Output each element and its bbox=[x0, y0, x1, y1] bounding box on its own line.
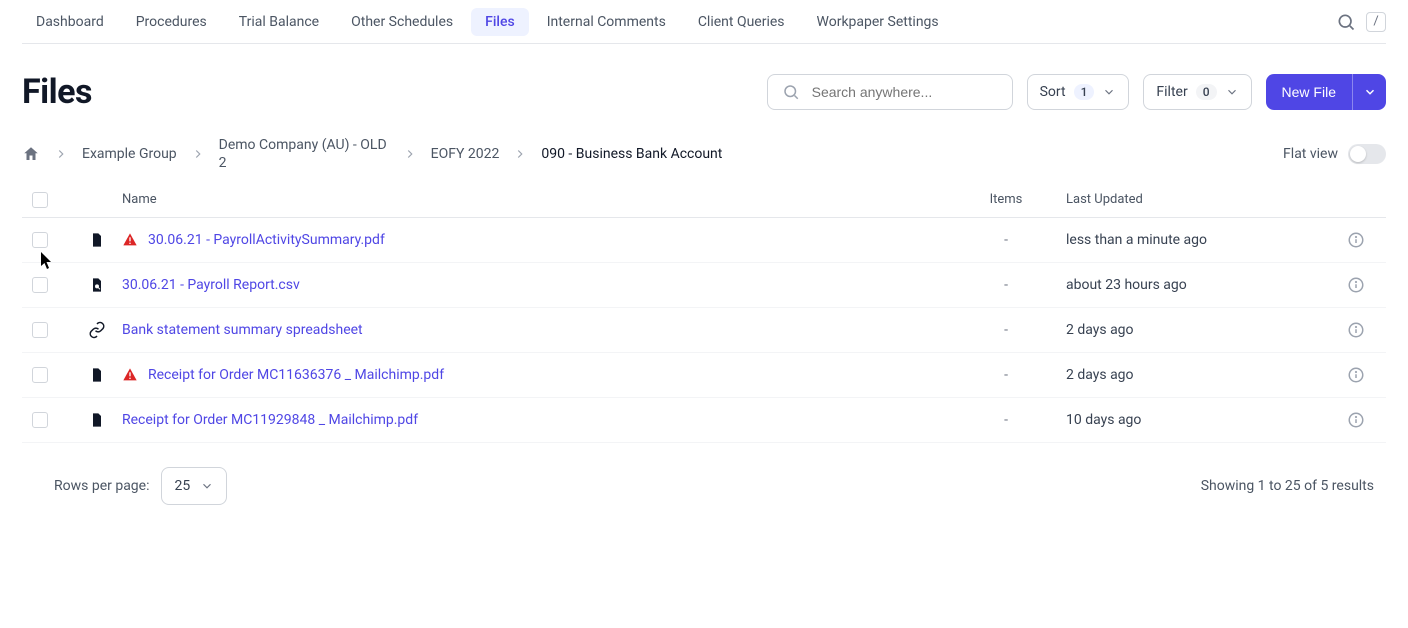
search-input[interactable] bbox=[810, 83, 998, 101]
column-items[interactable]: Items bbox=[946, 192, 1066, 207]
home-icon[interactable] bbox=[22, 145, 40, 163]
chevron-right-icon bbox=[513, 147, 527, 161]
column-last-updated[interactable]: Last Updated bbox=[1066, 192, 1326, 207]
nav-tab-other-schedules[interactable]: Other Schedules bbox=[337, 8, 467, 36]
info-icon[interactable] bbox=[1326, 276, 1386, 294]
nav-tab-files[interactable]: Files bbox=[471, 8, 529, 36]
flat-view-toggle[interactable] bbox=[1348, 144, 1386, 164]
chevron-right-icon bbox=[54, 147, 68, 161]
nav-tab-client-queries[interactable]: Client Queries bbox=[684, 8, 799, 36]
items-cell: - bbox=[946, 322, 1066, 338]
chevron-down-icon bbox=[200, 479, 214, 493]
chevron-right-icon bbox=[191, 147, 205, 161]
table-header: Name Items Last Updated bbox=[22, 182, 1386, 218]
file-link[interactable]: 30.06.21 - Payroll Report.csv bbox=[122, 277, 300, 293]
last-updated-cell: less than a minute ago bbox=[1066, 232, 1326, 248]
new-file-button[interactable]: New File bbox=[1266, 74, 1352, 110]
new-file-dropdown[interactable] bbox=[1352, 74, 1386, 110]
search-input-wrapper[interactable] bbox=[767, 74, 1013, 110]
rows-per-page-label: Rows per page: bbox=[54, 478, 149, 494]
column-name[interactable]: Name bbox=[122, 192, 946, 207]
row-checkbox[interactable] bbox=[32, 322, 48, 338]
file-link[interactable]: Receipt for Order MC11929848 _ Mailchimp… bbox=[122, 412, 418, 428]
items-cell: - bbox=[946, 277, 1066, 293]
chevron-right-icon bbox=[403, 147, 417, 161]
info-icon[interactable] bbox=[1326, 411, 1386, 429]
sort-label: Sort bbox=[1040, 84, 1066, 100]
last-updated-cell: about 23 hours ago bbox=[1066, 277, 1326, 293]
top-nav: DashboardProceduresTrial BalanceOther Sc… bbox=[22, 0, 1386, 44]
row-checkbox[interactable] bbox=[32, 367, 48, 383]
row-checkbox[interactable] bbox=[32, 232, 48, 248]
file-link[interactable]: Receipt for Order MC11636376 _ Mailchimp… bbox=[148, 367, 444, 383]
select-all-checkbox[interactable] bbox=[32, 192, 48, 208]
file-search-icon bbox=[72, 276, 122, 294]
nav-tab-dashboard[interactable]: Dashboard bbox=[22, 8, 118, 36]
chevron-down-icon bbox=[1102, 85, 1116, 99]
info-icon[interactable] bbox=[1326, 321, 1386, 339]
breadcrumb: Example Group Demo Company (AU) - OLD 2 … bbox=[22, 136, 722, 172]
last-updated-cell: 2 days ago bbox=[1066, 322, 1326, 338]
table-row: 30.06.21 - Payroll Report.csv -about 23 h… bbox=[22, 263, 1386, 308]
sort-button[interactable]: Sort 1 bbox=[1027, 74, 1130, 110]
row-checkbox[interactable] bbox=[32, 277, 48, 293]
rows-per-page-select[interactable]: 25 bbox=[161, 467, 227, 505]
search-icon[interactable] bbox=[1336, 12, 1356, 32]
chevron-down-icon bbox=[1225, 85, 1239, 99]
items-cell: - bbox=[946, 367, 1066, 383]
table-row: Receipt for Order MC11929848 _ Mailchimp… bbox=[22, 398, 1386, 443]
page-title: Files bbox=[22, 72, 92, 112]
nav-tab-workpaper-settings[interactable]: Workpaper Settings bbox=[803, 8, 953, 36]
table-row: Receipt for Order MC11636376 _ Mailchimp… bbox=[22, 353, 1386, 398]
results-summary: Showing 1 to 25 of 5 results bbox=[1201, 478, 1374, 494]
file-link[interactable]: Bank statement summary spreadsheet bbox=[122, 322, 363, 338]
keyboard-shortcut-hint: / bbox=[1366, 12, 1386, 32]
file-icon bbox=[72, 366, 122, 384]
link-icon bbox=[72, 321, 122, 339]
filter-count: 0 bbox=[1196, 84, 1217, 100]
file-icon bbox=[72, 231, 122, 249]
sort-count: 1 bbox=[1074, 84, 1095, 100]
table-row: Bank statement summary spreadsheet -2 day… bbox=[22, 308, 1386, 353]
last-updated-cell: 10 days ago bbox=[1066, 412, 1326, 428]
breadcrumb-item: 090 - Business Bank Account bbox=[541, 145, 722, 163]
items-cell: - bbox=[946, 232, 1066, 248]
file-icon bbox=[72, 411, 122, 429]
flat-view-label: Flat view bbox=[1283, 146, 1338, 162]
rows-per-page-value: 25 bbox=[174, 478, 190, 494]
info-icon[interactable] bbox=[1326, 366, 1386, 384]
breadcrumb-item[interactable]: Demo Company (AU) - OLD 2 bbox=[219, 136, 389, 172]
warning-icon bbox=[122, 367, 138, 383]
last-updated-cell: 2 days ago bbox=[1066, 367, 1326, 383]
chevron-down-icon bbox=[1363, 85, 1377, 99]
filter-button[interactable]: Filter 0 bbox=[1143, 74, 1251, 110]
nav-tab-trial-balance[interactable]: Trial Balance bbox=[225, 8, 333, 36]
table-row: 30.06.21 - PayrollActivitySummary.pdf -le… bbox=[22, 218, 1386, 263]
nav-tab-internal-comments[interactable]: Internal Comments bbox=[533, 8, 680, 36]
file-link[interactable]: 30.06.21 - PayrollActivitySummary.pdf bbox=[148, 232, 385, 248]
info-icon[interactable] bbox=[1326, 231, 1386, 249]
items-cell: - bbox=[946, 412, 1066, 428]
filter-label: Filter bbox=[1156, 84, 1187, 100]
search-icon bbox=[782, 83, 800, 101]
row-checkbox[interactable] bbox=[32, 412, 48, 428]
warning-icon bbox=[122, 232, 138, 248]
breadcrumb-item[interactable]: Example Group bbox=[82, 145, 177, 163]
breadcrumb-item[interactable]: EOFY 2022 bbox=[431, 145, 500, 163]
nav-tab-procedures[interactable]: Procedures bbox=[122, 8, 221, 36]
